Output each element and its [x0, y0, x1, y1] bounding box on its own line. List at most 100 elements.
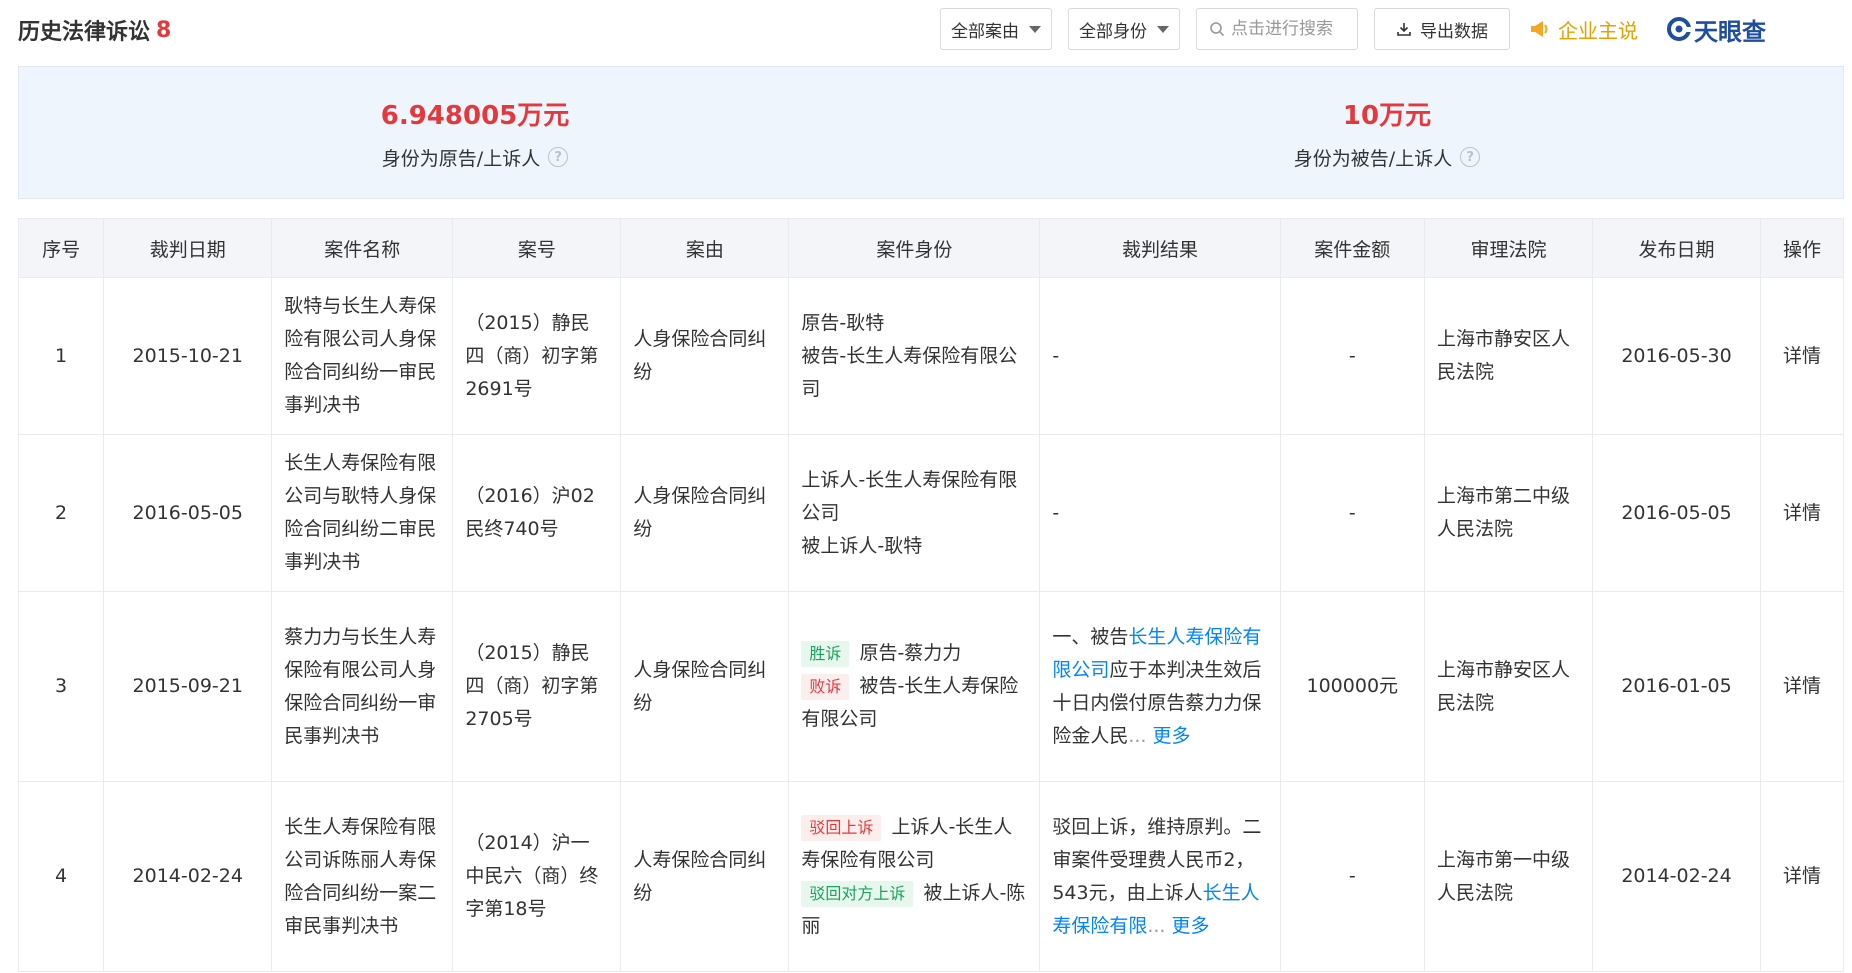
row-number: 2 — [17, 434, 105, 592]
defendant-label-text: 身份为被告/上诉人 — [1293, 147, 1453, 170]
amount-summary: 6.948005万元 身份为原告/上诉人 ? 10万元 身份为被告/上诉人 ? — [18, 66, 1844, 199]
appeal-rejected-tag: 驳回上诉 — [801, 814, 882, 841]
court: 上海市静安区人民法院 — [1423, 277, 1594, 435]
col-header: 操作 — [1760, 218, 1844, 278]
export-data-label: 导出数据 — [1420, 21, 1488, 42]
question-icon[interactable]: ? — [548, 147, 569, 167]
tianyancha-logo-icon — [1667, 17, 1692, 41]
more-link[interactable]: 更多 — [1171, 915, 1209, 937]
publish-date: 2014-02-24 — [1591, 781, 1762, 972]
role-line: 被上诉人-耿特 — [801, 534, 923, 557]
plaintiff-label-text: 身份为原告/上诉人 — [381, 147, 541, 170]
case-amount: 100000元 — [1279, 591, 1425, 782]
role-line: 原告-耿特 — [801, 311, 885, 334]
case-amount: - — [1279, 434, 1425, 592]
case-name: 耿特与长生人寿保险有限公司人身保险合同纠纷一审民事判决书 — [271, 277, 454, 435]
col-header: 案件名称 — [271, 218, 454, 278]
page-title: 历史法律诉讼 — [18, 20, 151, 45]
role-filter-dropdown[interactable]: 全部身份 — [1068, 8, 1180, 50]
case-cause: 人身保险合同纠纷 — [620, 591, 790, 782]
case-number: （2015）静民四（商）初字第2705号 — [452, 591, 622, 782]
table-row: 4 2014-02-24 长生人寿保险有限公司诉陈丽人寿保险合同纠纷一案二审民事… — [17, 781, 1844, 972]
enterprise-says-link[interactable]: 企业主说 — [1528, 15, 1638, 44]
publish-date: 2016-05-30 — [1591, 277, 1762, 435]
judgment-result: 驳回上诉，维持原判。二审案件受理费人民币2，543元，由上诉人长生人寿保险有限.… — [1039, 781, 1281, 972]
case-cause: 人身保险合同纠纷 — [620, 277, 790, 435]
case-cause: 人寿保险合同纠纷 — [620, 781, 790, 972]
col-header: 裁判日期 — [103, 218, 273, 278]
col-header: 裁判结果 — [1039, 218, 1281, 278]
plaintiff-summary: 6.948005万元 身份为原告/上诉人 ? — [19, 67, 931, 198]
win-tag: 胜诉 — [801, 641, 850, 667]
row-number: 3 — [17, 591, 105, 782]
table-row: 1 2015-10-21 耿特与长生人寿保险有限公司人身保险合同纠纷一审民事判决… — [17, 277, 1844, 435]
judgment-result: - — [1039, 277, 1281, 435]
detail-link[interactable]: 详情 — [1760, 781, 1844, 972]
col-header: 案由 — [620, 218, 790, 278]
court: 上海市第一中级人民法院 — [1423, 781, 1594, 972]
tianyancha-logo[interactable]: 天眼查 — [1666, 12, 1766, 47]
more-link[interactable]: 更多 — [1152, 725, 1190, 747]
toolbar: 全部案由 全部身份 导出数据 企业主说 天眼查 — [940, 8, 1766, 50]
search-input[interactable] — [1231, 19, 1351, 39]
publish-date: 2016-01-05 — [1591, 591, 1762, 782]
table-header-row: 序号 裁判日期 案件名称 案号 案由 案件身份 裁判结果 案件金额 审理法院 发… — [17, 218, 1844, 278]
role-line: 原告-蔡力力 — [859, 642, 962, 664]
lawsuit-table: 序号 裁判日期 案件名称 案号 案由 案件身份 裁判结果 案件金额 审理法院 发… — [17, 218, 1844, 972]
defendant-label: 身份为被告/上诉人 ? — [1293, 144, 1481, 171]
enterprise-says-label: 企业主说 — [1558, 18, 1638, 43]
case-number: （2014）沪一中民六（商）终字第18号 — [452, 781, 622, 972]
opponent-appeal-rejected-tag: 驳回对方上诉 — [801, 880, 914, 907]
case-amount: - — [1279, 781, 1425, 972]
judgment-date: 2014-02-24 — [103, 781, 273, 972]
defendant-amount: 10万元 — [1342, 100, 1432, 131]
publish-date: 2016-05-05 — [1591, 434, 1762, 592]
case-cause: 人身保险合同纠纷 — [620, 434, 790, 592]
case-role: 原告-耿特 被告-长生人寿保险有限公司 — [788, 277, 1041, 435]
question-icon[interactable]: ? — [1460, 147, 1481, 167]
judgment-date: 2015-10-21 — [103, 277, 273, 435]
case-name: 长生人寿保险有限公司与耿特人身保险合同纠纷二审民事判决书 — [271, 434, 454, 592]
megaphone-icon — [1531, 21, 1548, 37]
detail-link[interactable]: 详情 — [1760, 591, 1844, 782]
case-amount: - — [1279, 277, 1425, 435]
judgment-result: 一、被告长生人寿保险有限公司应于本判决生效后十日内偿付原告蔡力力保险金人民...… — [1039, 591, 1281, 782]
judgment-result: - — [1039, 434, 1281, 592]
case-role: 胜诉 原告-蔡力力 败诉 被告-长生人寿保险有限公司 — [788, 591, 1041, 782]
caret-down-icon — [1157, 25, 1169, 33]
case-name: 蔡力力与长生人寿保险有限公司人身保险合同纠纷一审民事判决书 — [271, 591, 454, 782]
ellipsis: ... — [1128, 724, 1147, 747]
case-name: 长生人寿保险有限公司诉陈丽人寿保险合同纠纷一案二审民事判决书 — [271, 781, 454, 972]
judgment-date: 2016-05-05 — [103, 434, 273, 592]
case-count: 8 — [156, 17, 172, 43]
role-line: 被告-长生人寿保险有限公司 — [801, 344, 1018, 400]
table-row: 3 2015-09-21 蔡力力与长生人寿保险有限公司人身保险合同纠纷一审民事判… — [17, 591, 1844, 782]
detail-link[interactable]: 详情 — [1760, 434, 1844, 592]
logo-text: 天眼查 — [1694, 17, 1766, 46]
case-role: 上诉人-长生人寿保险有限公司 被上诉人-耿特 — [788, 434, 1041, 592]
cause-filter-label: 全部案由 — [951, 21, 1019, 42]
role-filter-label: 全部身份 — [1079, 21, 1147, 42]
role-line: 上诉人-长生人寿保险有限公司 — [801, 468, 1018, 524]
ellipsis: ... — [1147, 914, 1166, 937]
cause-filter-dropdown[interactable]: 全部案由 — [940, 8, 1052, 50]
col-header: 序号 — [17, 218, 105, 278]
defendant-summary: 10万元 身份为被告/上诉人 ? — [931, 67, 1843, 198]
plaintiff-amount: 6.948005万元 — [380, 100, 570, 131]
col-header: 发布日期 — [1591, 218, 1762, 278]
judgment-date: 2015-09-21 — [103, 591, 273, 782]
col-header: 审理法院 — [1423, 218, 1594, 278]
detail-link[interactable]: 详情 — [1760, 277, 1844, 435]
court: 上海市静安区人民法院 — [1423, 591, 1594, 782]
plaintiff-label: 身份为原告/上诉人 ? — [381, 144, 569, 171]
row-number: 1 — [17, 277, 105, 435]
export-data-button[interactable]: 导出数据 — [1374, 8, 1510, 50]
case-role: 驳回上诉 上诉人-长生人寿保险有限公司 驳回对方上诉 被上诉人-陈丽 — [788, 781, 1041, 972]
search-box[interactable] — [1196, 8, 1358, 50]
col-header: 案件金额 — [1279, 218, 1425, 278]
download-icon — [1397, 23, 1411, 36]
case-number: （2016）沪02民终740号 — [452, 434, 622, 592]
search-icon — [1210, 22, 1225, 37]
court: 上海市第二中级人民法院 — [1423, 434, 1594, 592]
col-header: 案件身份 — [788, 218, 1041, 278]
